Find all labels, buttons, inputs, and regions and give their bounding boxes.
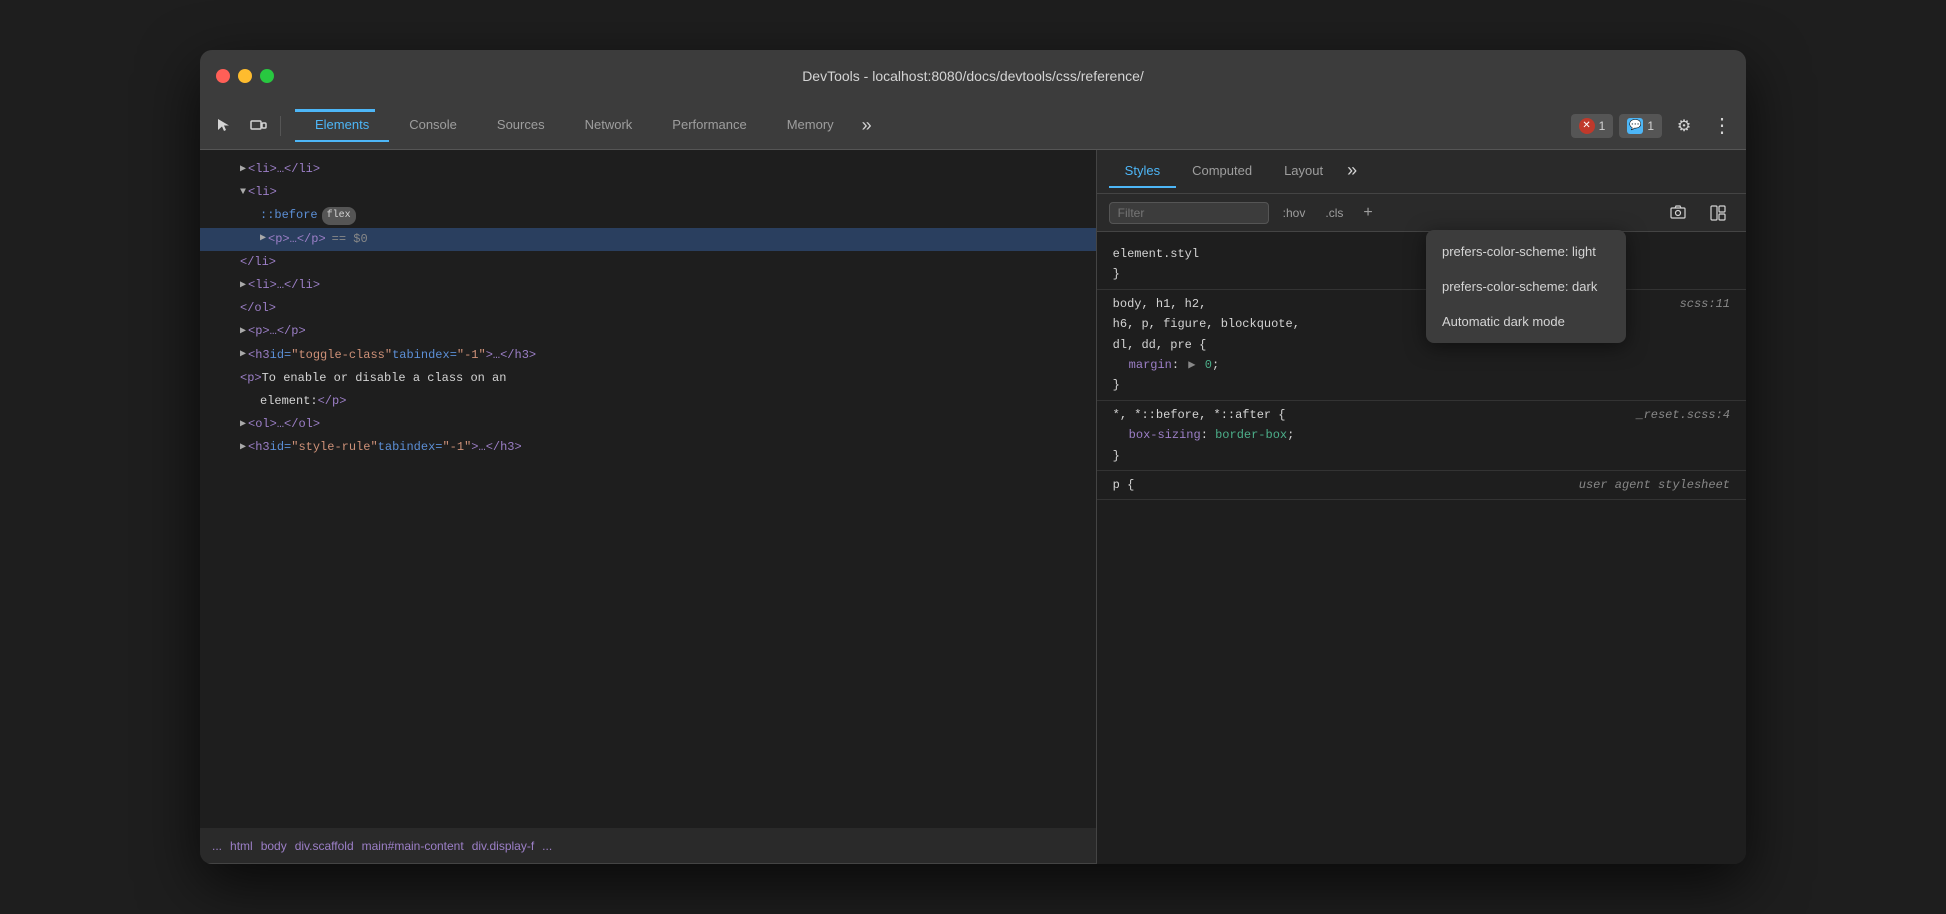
breadcrumb-display[interactable]: div.display-f — [472, 839, 534, 853]
arrow-icon: ▶ — [240, 347, 246, 363]
toolbar-right: ✕ 1 💬 1 ⚙ ⋮ — [1571, 110, 1738, 142]
flex-badge: flex — [322, 207, 356, 225]
styles-panel: Styles Computed Layout » :hov .cls + — [1097, 150, 1746, 864]
dom-line[interactable]: ▶ <h3 id="style-rule" tabindex="-1" >…</… — [200, 436, 1096, 459]
maximize-button[interactable] — [260, 69, 274, 83]
hov-button[interactable]: :hov — [1277, 204, 1312, 222]
arrow-icon: ▶ — [260, 231, 266, 247]
cls-button[interactable]: .cls — [1319, 204, 1349, 222]
breadcrumb-ellipsis[interactable]: ... — [212, 839, 222, 853]
more-options-icon[interactable]: ⋮ — [1706, 110, 1738, 142]
panel-tabs: Styles Computed Layout » — [1097, 150, 1746, 194]
cursor-icon[interactable] — [208, 110, 240, 142]
breadcrumb-body[interactable]: body — [261, 839, 287, 853]
error-badge[interactable]: ✕ 1 — [1571, 114, 1614, 138]
dropdown-item-light[interactable]: prefers-color-scheme: light — [1426, 234, 1626, 269]
arrow-icon: ▶ — [240, 162, 246, 178]
arrow-icon: ▼ — [240, 185, 246, 201]
more-panel-tabs[interactable]: » — [1339, 156, 1365, 187]
filter-input[interactable] — [1109, 202, 1269, 224]
dom-line[interactable]: ▶ <li>…</li> — [200, 274, 1096, 297]
tab-layout[interactable]: Layout — [1268, 155, 1339, 188]
toolbar: Elements Console Sources Network Perform… — [200, 102, 1746, 150]
device-icon[interactable] — [242, 110, 274, 142]
add-rule-button[interactable]: + — [1357, 202, 1378, 224]
settings-icon[interactable]: ⚙ — [1668, 110, 1700, 142]
style-rule: body, h1, h2, scss:11 h6, p, figure, blo… — [1097, 290, 1746, 401]
dropdown-item-auto[interactable]: Automatic dark mode — [1426, 304, 1626, 339]
arrow-icon: ▶ — [240, 278, 246, 294]
main-content: ▶ <li>…</li> ▼ <li> ::before flex ▶ <p>…… — [200, 150, 1746, 864]
screenshot-icon[interactable] — [1662, 197, 1694, 229]
dropdown-item-dark[interactable]: prefers-color-scheme: dark — [1426, 269, 1626, 304]
color-scheme-dropdown: prefers-color-scheme: light prefers-colo… — [1426, 230, 1626, 343]
dom-line[interactable]: ▶ <p>…</p> == $0 — [200, 228, 1096, 251]
traffic-lights — [216, 69, 274, 83]
window-title: DevTools - localhost:8080/docs/devtools/… — [802, 68, 1144, 84]
titlebar: DevTools - localhost:8080/docs/devtools/… — [200, 50, 1746, 102]
dom-line[interactable]: ▶ <ol>…</ol> — [200, 413, 1096, 436]
dom-line[interactable]: </li> — [200, 251, 1096, 274]
layout-icon[interactable] — [1702, 197, 1734, 229]
close-button[interactable] — [216, 69, 230, 83]
style-rule: p { user agent stylesheet — [1097, 471, 1746, 500]
breadcrumb-html[interactable]: html — [230, 839, 253, 853]
tab-elements[interactable]: Elements — [295, 109, 389, 142]
more-tabs-button[interactable]: » — [854, 111, 880, 142]
styles-content[interactable]: element.styl } body, h1, h2, scss:11 h6,… — [1097, 232, 1746, 864]
arrow-icon: ▶ — [240, 440, 246, 456]
styles-toolbar: :hov .cls + — [1097, 194, 1746, 232]
minimize-button[interactable] — [238, 69, 252, 83]
tab-styles[interactable]: Styles — [1109, 155, 1176, 188]
error-icon: ✕ — [1579, 118, 1595, 134]
dom-line[interactable]: element:</p> — [200, 390, 1096, 413]
style-rule: *, *::before, *::after { _reset.scss:4 b… — [1097, 401, 1746, 471]
tab-console[interactable]: Console — [389, 109, 477, 142]
dom-line[interactable]: <p> To enable or disable a class on an — [200, 367, 1096, 390]
styles-toolbar-right — [1662, 197, 1734, 229]
warn-icon: 💬 — [1627, 118, 1643, 134]
arrow-icon: ▶ — [240, 324, 246, 340]
warn-count: 1 — [1647, 119, 1654, 133]
dom-tree[interactable]: ▶ <li>…</li> ▼ <li> ::before flex ▶ <p>…… — [200, 150, 1096, 828]
warn-badge[interactable]: 💬 1 — [1619, 114, 1662, 138]
dom-line[interactable]: </ol> — [200, 297, 1096, 320]
tab-performance[interactable]: Performance — [652, 109, 766, 142]
devtools-window: DevTools - localhost:8080/docs/devtools/… — [200, 50, 1746, 864]
dom-line[interactable]: ▶ <li>…</li> — [200, 158, 1096, 181]
tab-bar: Elements Console Sources Network Perform… — [287, 109, 1569, 142]
arrow-icon: ▶ — [240, 417, 246, 433]
tab-computed[interactable]: Computed — [1176, 155, 1268, 188]
tab-memory[interactable]: Memory — [767, 109, 854, 142]
breadcrumb: ... html body div.scaffold main#main-con… — [200, 828, 1096, 864]
dom-line[interactable]: ::before flex — [200, 204, 1096, 227]
tab-sources[interactable]: Sources — [477, 109, 565, 142]
breadcrumb-main[interactable]: main#main-content — [362, 839, 464, 853]
dom-line[interactable]: ▶ <h3 id="toggle-class" tabindex="-1" >…… — [200, 344, 1096, 367]
error-count: 1 — [1599, 119, 1606, 133]
dom-panel: ▶ <li>…</li> ▼ <li> ::before flex ▶ <p>…… — [200, 150, 1097, 864]
style-rule: element.styl } — [1097, 240, 1746, 290]
breadcrumb-end[interactable]: ... — [542, 839, 552, 853]
tab-network[interactable]: Network — [565, 109, 653, 142]
breadcrumb-scaffold[interactable]: div.scaffold — [295, 839, 354, 853]
dom-line[interactable]: ▶ <p>…</p> — [200, 320, 1096, 343]
dom-line[interactable]: ▼ <li> — [200, 181, 1096, 204]
separator — [280, 116, 281, 136]
